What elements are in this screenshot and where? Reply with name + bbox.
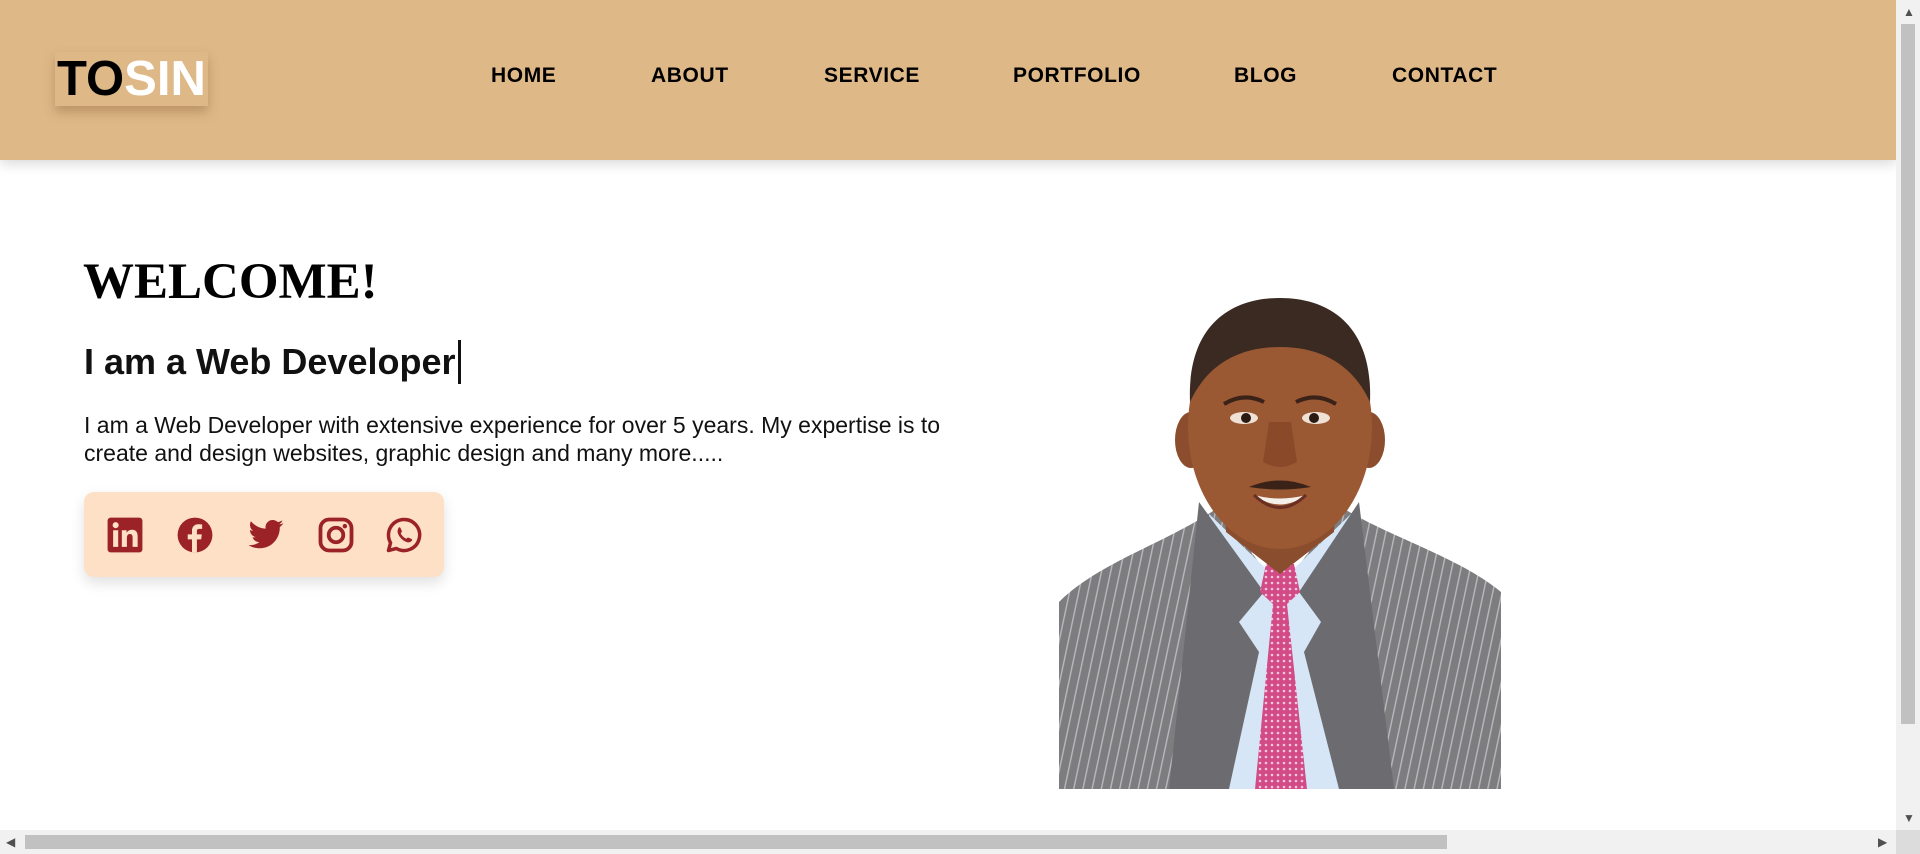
horizontal-scroll-thumb[interactable] (25, 835, 1447, 849)
nav-home-link[interactable]: HOME (491, 64, 556, 88)
instagram-icon[interactable] (317, 516, 355, 554)
vertical-scrollbar[interactable]: ▲ ▼ (1896, 0, 1920, 830)
scroll-down-arrow-icon[interactable]: ▼ (1903, 812, 1915, 824)
scroll-right-arrow-icon[interactable]: ▶ (1878, 836, 1887, 848)
intro-paragraph: I am a Web Developer with extensive expe… (84, 412, 941, 466)
twitter-icon[interactable] (247, 516, 285, 554)
nav-portfolio-link[interactable]: PORTFOLIO (1013, 64, 1141, 88)
role-heading: I am a Web Developer (84, 340, 462, 384)
social-links (84, 492, 444, 577)
role-text: I am a Web Developer (84, 341, 456, 382)
scroll-up-arrow-icon[interactable]: ▲ (1903, 6, 1915, 18)
whatsapp-icon[interactable] (385, 516, 423, 554)
nav-about-link[interactable]: ABOUT (651, 64, 729, 88)
nav-service-link[interactable]: SERVICE (824, 64, 920, 88)
vertical-scroll-thumb[interactable] (1901, 24, 1915, 724)
facebook-icon[interactable] (176, 516, 214, 554)
site-header: TOSIN HOME ABOUT SERVICE PORTFOLIO BLOG … (0, 0, 1896, 160)
scrollbar-corner (1896, 830, 1920, 854)
logo-part-one: TO (57, 52, 125, 106)
logo-part-two: SIN (124, 52, 206, 106)
nav-contact-link[interactable]: CONTACT (1392, 64, 1497, 88)
welcome-heading: WELCOME! (83, 254, 378, 310)
nav-blog-link[interactable]: BLOG (1234, 64, 1297, 88)
site-logo[interactable]: TOSIN (55, 52, 208, 106)
horizontal-scrollbar[interactable]: ◀ ▶ (0, 830, 1896, 854)
profile-portrait-image (1059, 298, 1501, 789)
typing-cursor (458, 340, 462, 384)
linkedin-icon[interactable] (106, 516, 144, 554)
scroll-left-arrow-icon[interactable]: ◀ (6, 836, 15, 848)
